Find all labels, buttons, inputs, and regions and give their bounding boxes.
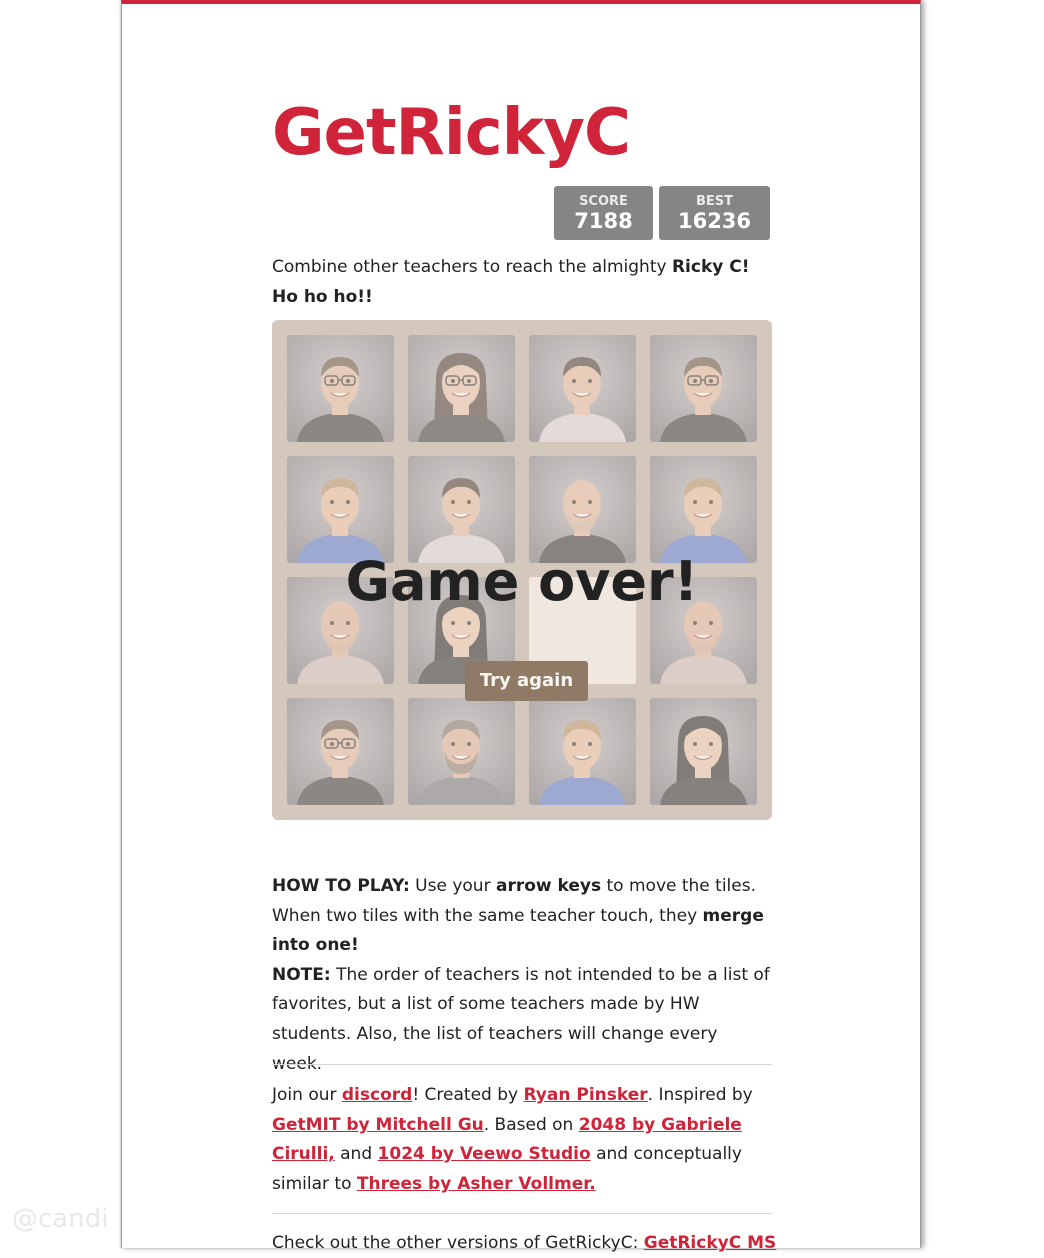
credits-text-3: . Inspired by: [647, 1085, 753, 1105]
credits-text-5: and: [334, 1144, 378, 1165]
divider: [272, 1064, 772, 1065]
game-over-message: Game over!: [345, 550, 699, 613]
author-link[interactable]: Ryan Pinsker: [523, 1085, 647, 1105]
game-board[interactable]: Game over! Try again: [272, 320, 772, 820]
link-1024[interactable]: 1024 by Veewo Studio: [378, 1144, 591, 1164]
best-box: BEST 16236: [659, 186, 770, 240]
try-again-button[interactable]: Try again: [465, 661, 588, 701]
best-label: BEST: [695, 194, 734, 209]
game-title: GetRickyC: [272, 96, 631, 170]
howto-text-1: Use your: [409, 876, 496, 896]
getmit-link[interactable]: GetMIT by Mitchell Gu: [272, 1115, 484, 1135]
watermark: @candi: [12, 1204, 109, 1234]
score-label: SCORE: [579, 194, 628, 209]
score-box: SCORE 7188: [554, 186, 653, 240]
best-value: 16236: [677, 209, 752, 233]
score-value: 7188: [574, 209, 633, 233]
credits-text-1: Join our: [272, 1085, 342, 1105]
other-versions-text: Check out the other versions of GetRicky…: [272, 1233, 644, 1253]
page-card: GetRickyC SCORE 7188 BEST 16236 Combine …: [121, 0, 921, 1253]
howto-bold-1: arrow keys: [495, 876, 602, 896]
how-to-play: HOW TO PLAY: Use your arrow keys to move…: [272, 872, 772, 1079]
credits-text-2: ! Created by: [412, 1085, 524, 1105]
credits-text-4: . Based on: [483, 1114, 579, 1135]
note-label: NOTE:: [272, 964, 331, 985]
game-intro: Combine other teachers to reach the almi…: [272, 252, 772, 312]
intro-text: Combine other teachers to reach the almi…: [272, 257, 672, 277]
other-versions: Check out the other versions of GetRicky…: [272, 1229, 792, 1258]
getrickyc-ms-link[interactable]: GetRickyC MS: [644, 1233, 777, 1253]
divider-2: [272, 1213, 772, 1214]
discord-link[interactable]: discord: [342, 1085, 412, 1105]
howto-label: HOW TO PLAY:: [272, 876, 410, 896]
credits: Join our discord! Created by Ryan Pinske…: [272, 1081, 772, 1199]
score-panel: SCORE 7188 BEST 16236: [554, 186, 770, 240]
note-text: The order of teachers is not intended to…: [272, 964, 770, 1074]
threes-link[interactable]: Threes by Asher Vollmer.: [357, 1174, 596, 1194]
